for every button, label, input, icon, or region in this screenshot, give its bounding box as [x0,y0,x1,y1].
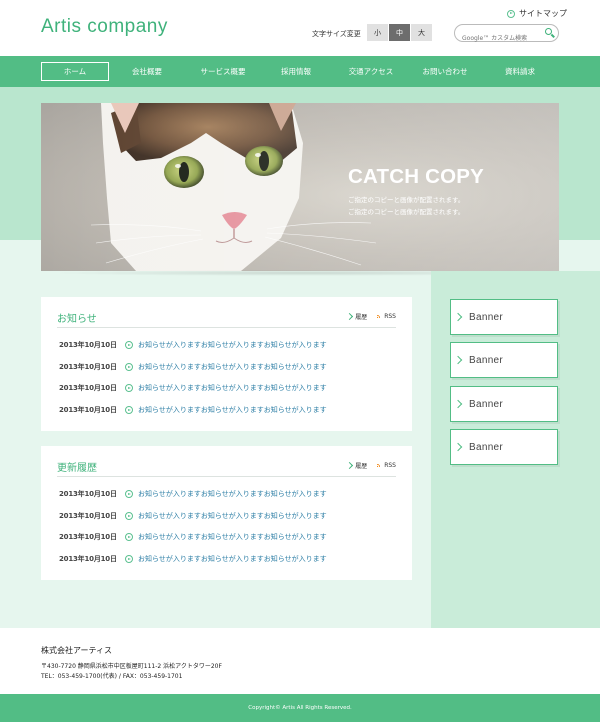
nav-item-contact[interactable]: お問い合わせ [414,56,476,87]
font-size-switcher: 小 中 大 [367,24,433,41]
update-text[interactable]: お知らせが入りますお知らせが入りますお知らせが入ります [138,489,327,499]
list-item[interactable]: 2013年10月10日 お知らせが入りますお知らせが入りますお知らせが入ります [59,531,327,543]
global-nav: ホーム 会社概要 サービス概要 採用情報 交通アクセス お問い合わせ 資料請求 [0,56,600,87]
banner-2[interactable]: Banner [450,342,558,378]
catch-copy-line-2: ご指定のコピーと画像が配置されます。 [348,208,465,216]
news-rss-link[interactable]: RSS [377,313,396,320]
sitemap-label: サイトマップ [519,9,567,18]
nav-item-home[interactable]: ホーム [41,62,109,81]
updates-links: 履歴 RSS [346,461,396,470]
banner-label: Banner [469,441,504,453]
rss-label: RSS [384,462,396,469]
catch-copy-line-1: ご指定のコピーと画像が配置されます。 [348,196,465,204]
nav-item-services[interactable]: サービス概要 [190,56,256,87]
rss-label: RSS [384,313,396,320]
updates-title: 更新履歴 [57,463,97,474]
chevron-right-icon [453,399,463,409]
news-text[interactable]: お知らせが入りますお知らせが入りますお知らせが入ります [138,405,327,415]
updates-history-link[interactable]: 履歴 [346,461,368,470]
nav-item-recruit[interactable]: 採用情報 [268,56,324,87]
rss-icon [377,462,383,467]
chevron-right-icon [453,355,463,365]
news-date: 2013年10月10日 [59,406,117,414]
update-text[interactable]: お知らせが入りますお知らせが入りますお知らせが入ります [138,532,327,542]
circle-arrow-icon [125,490,133,498]
font-size-large-button[interactable]: 大 [411,24,433,41]
banner-label: Banner [469,311,504,323]
sitemap-link[interactable]: サイトマップ [507,8,567,19]
search-box [454,24,559,46]
nav-item-documents[interactable]: 資料請求 [494,56,546,87]
catch-copy-title: CATCH COPY [348,165,485,188]
circle-arrow-icon [125,533,133,541]
news-text[interactable]: お知らせが入りますお知らせが入りますお知らせが入ります [138,340,327,350]
search-icon[interactable] [545,28,552,35]
footer-company-name: 株式会社アーティス [41,646,113,655]
footer-phone: TEL：053-459-1700(代表) / FAX：053-459-1701 [41,673,183,680]
circle-arrow-icon [125,341,133,349]
update-date: 2013年10月10日 [59,533,117,541]
font-size-label: 文字サイズ変更 [312,30,361,38]
history-label: 履歴 [355,314,368,321]
list-item[interactable]: 2013年10月10日 お知らせが入りますお知らせが入りますお知らせが入ります [59,488,327,500]
chevron-right-icon [453,312,463,322]
nav-item-company[interactable]: 会社概要 [118,56,176,87]
font-size-small-button[interactable]: 小 [367,24,389,41]
update-text[interactable]: お知らせが入りますお知らせが入りますお知らせが入ります [138,511,327,521]
update-date: 2013年10月10日 [59,555,117,563]
banner-label: Banner [469,398,504,410]
news-text[interactable]: お知らせが入りますお知らせが入りますお知らせが入ります [138,362,327,372]
update-date: 2013年10月10日 [59,490,117,498]
list-item[interactable]: 2013年10月10日 お知らせが入りますお知らせが入りますお知らせが入ります [59,382,327,394]
chevron-right-icon [453,442,463,452]
news-date: 2013年10月10日 [59,384,117,392]
circle-arrow-icon [125,384,133,392]
banner-1[interactable]: Banner [450,299,558,335]
circle-arrow-icon [125,512,133,520]
news-date: 2013年10月10日 [59,363,117,371]
banner-4[interactable]: Banner [450,429,558,465]
update-text[interactable]: お知らせが入りますお知らせが入りますお知らせが入ります [138,554,327,564]
font-size-medium-button[interactable]: 中 [389,24,411,41]
list-item[interactable]: 2013年10月10日 お知らせが入りますお知らせが入りますお知らせが入ります [59,361,327,373]
banner-label: Banner [469,354,504,366]
nav-item-access[interactable]: 交通アクセス [340,56,402,87]
banner-3[interactable]: Banner [450,386,558,422]
circle-arrow-icon [125,555,133,563]
news-links: 履歴 RSS [346,312,396,321]
circle-arrow-icon [507,9,515,18]
copyright-bar: Copyright© Artis All Rights Reserved. [0,694,600,722]
news-text[interactable]: お知らせが入りますお知らせが入りますお知らせが入ります [138,383,327,393]
list-item[interactable]: 2013年10月10日 お知らせが入りますお知らせが入りますお知らせが入ります [59,339,327,351]
update-date: 2013年10月10日 [59,512,117,520]
search-input[interactable] [455,31,542,46]
footer-address: 〒430-7720 静岡県浜松市中区板屋町111-2 浜松アクトタワー20F [41,663,222,670]
chevron-right-icon [346,461,354,470]
circle-arrow-icon [125,406,133,414]
news-title: お知らせ [57,314,97,325]
history-label: 履歴 [355,463,368,470]
rss-icon [377,313,383,318]
list-item[interactable]: 2013年10月10日 お知らせが入りますお知らせが入りますお知らせが入ります [59,510,327,522]
divider [57,327,396,328]
updates-panel: 更新履歴 履歴 RSS 2013年10月10日 お知らせが入りますお知らせが入り… [41,446,412,580]
news-history-link[interactable]: 履歴 [346,312,368,321]
site-footer: 株式会社アーティス 〒430-7720 静岡県浜松市中区板屋町111-2 浜松ア… [0,628,600,694]
updates-rss-link[interactable]: RSS [377,462,396,469]
site-header: Artis company サイトマップ 文字サイズ変更 小 中 大 [0,0,600,56]
list-item[interactable]: 2013年10月10日 お知らせが入りますお知らせが入りますお知らせが入ります [59,404,327,416]
chevron-right-icon [346,312,354,321]
divider [57,476,396,477]
list-item[interactable]: 2013年10月10日 お知らせが入りますお知らせが入りますお知らせが入ります [59,553,327,565]
circle-arrow-icon [125,363,133,371]
news-date: 2013年10月10日 [59,341,117,349]
news-panel: お知らせ 履歴 RSS 2013年10月10日 お知らせが入りますお知らせが入り… [41,297,412,431]
site-logo[interactable]: Artis company [41,16,168,38]
